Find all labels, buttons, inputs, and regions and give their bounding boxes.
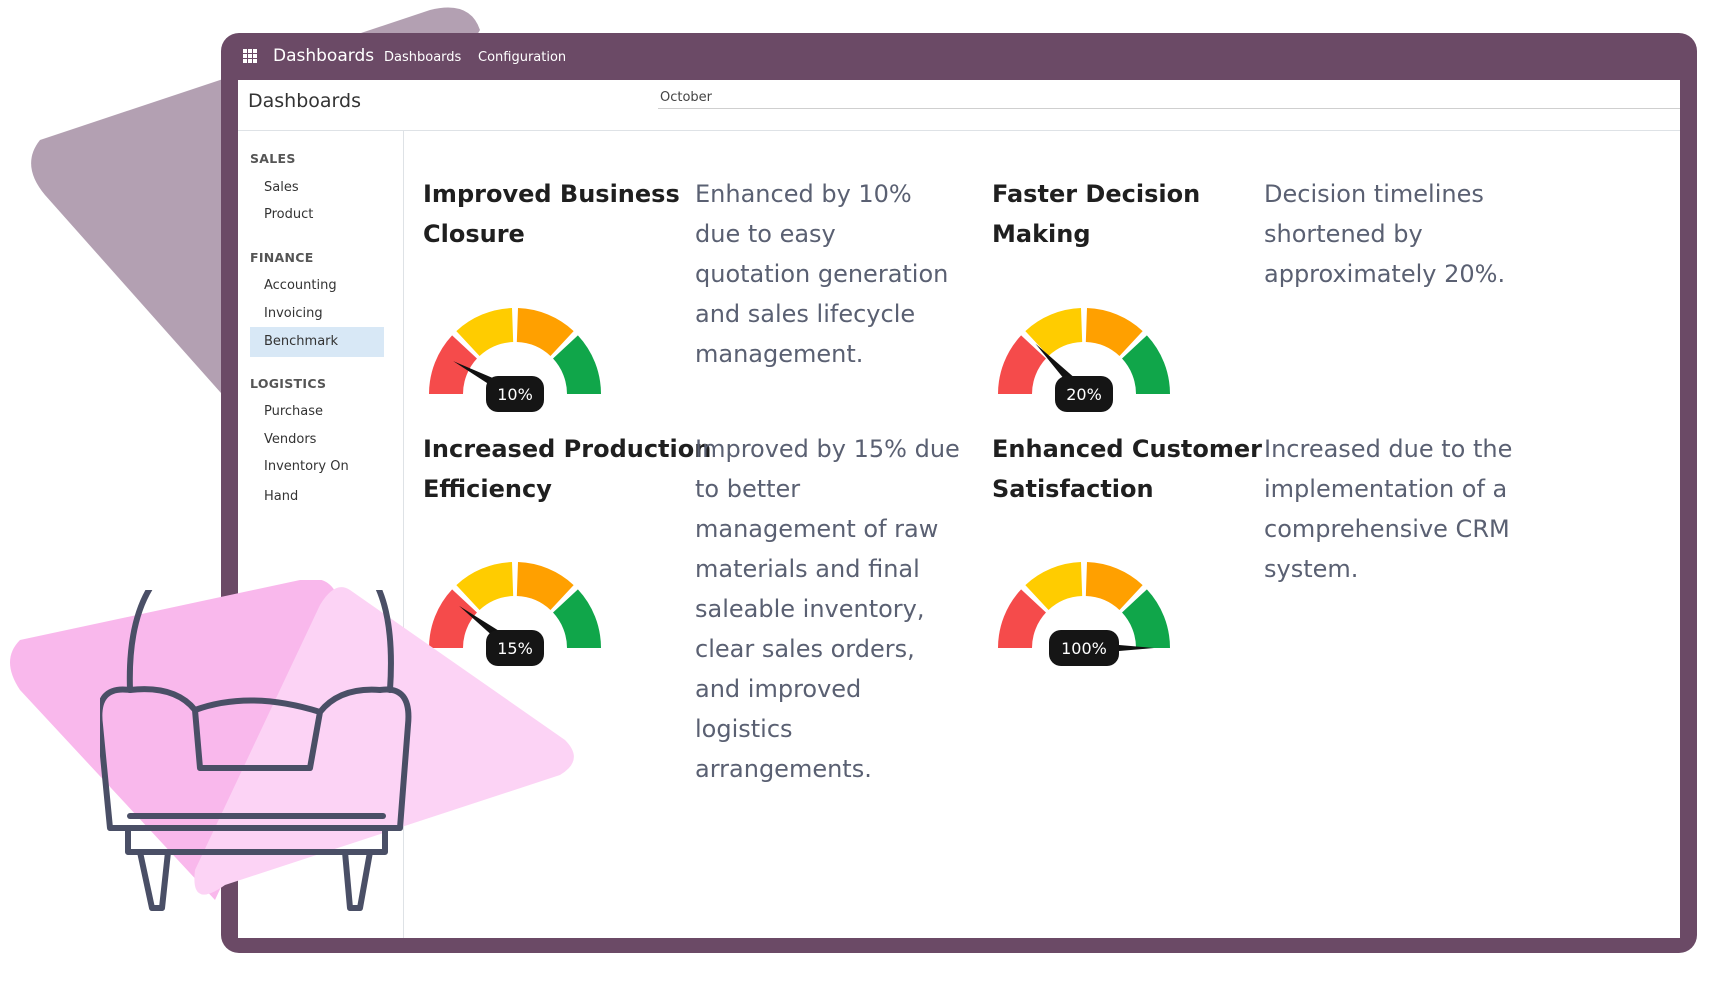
sidebar-item-benchmark[interactable]: Benchmark bbox=[250, 327, 384, 357]
sidebar-item-product[interactable]: Product bbox=[250, 200, 384, 230]
menu-configuration[interactable]: Configuration bbox=[478, 50, 566, 65]
sidebar-item-sales[interactable]: Sales bbox=[250, 173, 384, 203]
sidebar-item-purchase[interactable]: Purchase bbox=[250, 397, 384, 427]
gauge-value-label: 100% bbox=[1061, 639, 1107, 658]
gauge-value-label: 20% bbox=[1066, 385, 1102, 404]
gauge-value-label: 10% bbox=[497, 385, 533, 404]
sidebar-item-vendors[interactable]: Vendors bbox=[250, 425, 384, 455]
gauge-chart: 20% bbox=[998, 308, 1170, 412]
grid-icon[interactable] bbox=[243, 49, 258, 64]
card-description: Increased due to the implementation of ac… bbox=[1264, 435, 1513, 583]
armchair-illustration bbox=[100, 590, 412, 911]
page-title: Dashboards bbox=[248, 90, 361, 112]
sidebar-item-invoicing[interactable]: Invoicing bbox=[250, 299, 384, 329]
sidebar-group-logistics: LOGISTICS bbox=[250, 376, 327, 391]
card-title: Faster Decision Making bbox=[992, 180, 1201, 248]
card-title: Enhanced Customer Satisfaction bbox=[992, 435, 1262, 503]
card-description: Decision timelines shortened by approximat… bbox=[1264, 180, 1506, 288]
gauge-chart: 100% bbox=[998, 562, 1170, 666]
sidebar-group-sales: SALES bbox=[250, 151, 296, 166]
sidebar-item-accounting[interactable]: Accounting bbox=[250, 271, 384, 301]
sidebar-item-inventory-on-hand[interactable]: Inventory On Hand bbox=[250, 452, 384, 504]
card-description: Improved by 15% due to better management o… bbox=[695, 435, 960, 783]
top-navbar: Dashboards Dashboards Configuration bbox=[221, 33, 1697, 79]
gauge-chart: 10% bbox=[429, 308, 601, 412]
card-title: Improved Business Closure bbox=[423, 180, 680, 248]
card-description: Enhanced by 10% due to easy quotation gene… bbox=[695, 180, 949, 368]
sidebar-group-finance: FINANCE bbox=[250, 250, 314, 265]
card-title: Increased Production Efficiency bbox=[423, 435, 712, 503]
control-panel: Dashboards October bbox=[238, 80, 1680, 131]
menu-dashboards[interactable]: Dashboards bbox=[384, 50, 461, 65]
period-filter[interactable]: October bbox=[658, 90, 1680, 109]
app-brand[interactable]: Dashboards bbox=[273, 46, 374, 66]
